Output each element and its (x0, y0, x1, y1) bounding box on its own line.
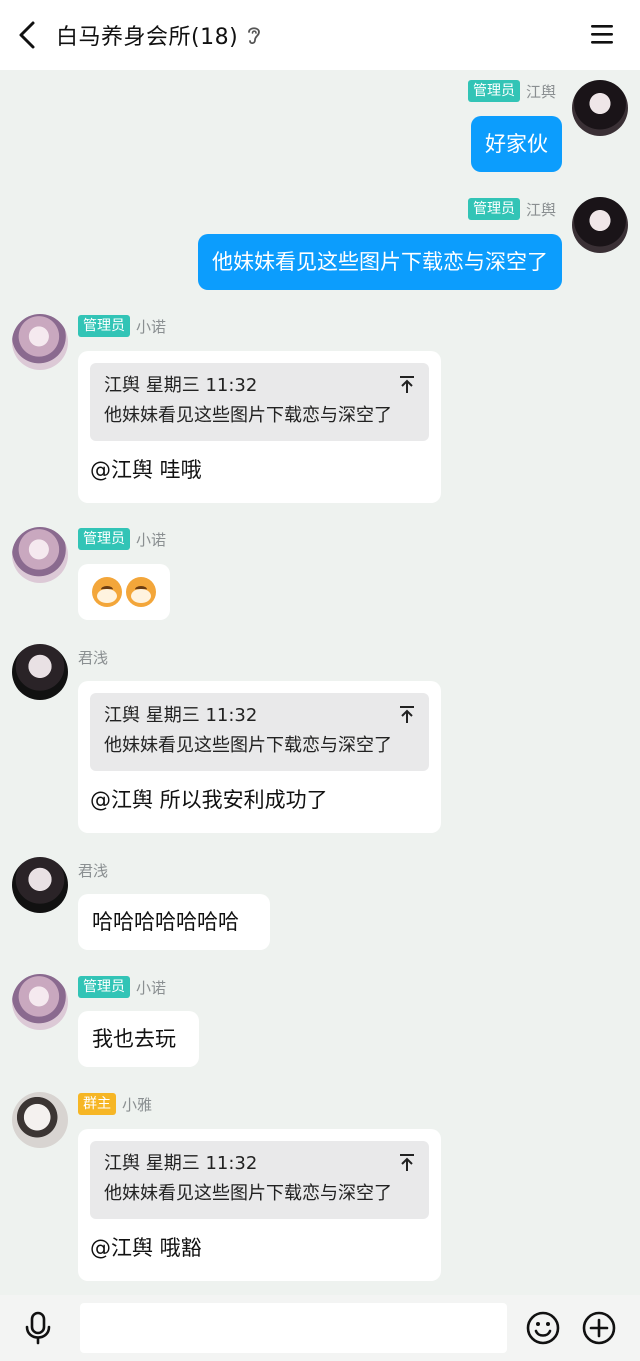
quote-author: 江舆 (104, 375, 140, 396)
message-input[interactable] (80, 1303, 507, 1353)
admin-badge: 管理员 (78, 315, 130, 337)
avatar[interactable] (12, 1092, 68, 1148)
menu-icon[interactable] (590, 22, 614, 46)
message-meta: 群主 小雅 (78, 1093, 152, 1115)
avatar[interactable] (572, 197, 628, 253)
jump-to-quote-icon[interactable] (399, 375, 415, 395)
message-bubble[interactable]: 江舆 星期三 11:32 他妹妹看见这些图片下载恋与深空了 @江舆 所以我安利成… (78, 681, 441, 833)
ear-mode-icon (248, 27, 261, 45)
avatar[interactable] (572, 80, 628, 136)
quote-time: 星期三 11:32 (145, 1153, 258, 1174)
quote-author: 江舆 (104, 1153, 140, 1174)
quoted-message[interactable]: 江舆 星期三 11:32 他妹妹看见这些图片下载恋与深空了 (90, 693, 429, 771)
message-text: 哈哈哈哈哈哈哈 (92, 910, 239, 934)
message-list[interactable]: 管理员 江舆 好家伙 管理员 江舆 他妹妹看见这些图片下载恋与深空了 管理员 小… (0, 70, 640, 1295)
message-text: @江舆 哦豁 (90, 1236, 202, 1260)
sender-name: 江舆 (525, 200, 556, 219)
admin-badge: 管理员 (467, 80, 520, 102)
sender-name: 君浅 (78, 861, 109, 880)
quote-time: 星期三 11:32 (145, 375, 258, 396)
message-text: @江舆 所以我安利成功了 (90, 788, 328, 812)
message-meta: 管理员 江舆 (467, 198, 556, 220)
group-title: 白马养身会所(18) (56, 25, 239, 50)
message-meta: 管理员 小诺 (78, 976, 166, 998)
back-arrow-icon[interactable] (16, 20, 40, 50)
jump-to-quote-icon[interactable] (399, 705, 415, 725)
message-meta: 管理员 小诺 (78, 528, 166, 550)
quote-text: 他妹妹看见这些图片下载恋与深空了 (104, 1183, 392, 1204)
emoji-icon[interactable] (526, 1311, 560, 1345)
message-bubble[interactable]: 好家伙 (471, 116, 562, 172)
admin-badge: 管理员 (467, 198, 520, 220)
microphone-icon[interactable] (22, 1311, 54, 1345)
avatar[interactable] (12, 527, 68, 583)
message-meta: 管理员 小诺 (78, 315, 166, 337)
quote-text: 他妹妹看见这些图片下载恋与深空了 (104, 405, 392, 426)
message-text: 好家伙 (485, 132, 548, 156)
avatar[interactable] (12, 314, 68, 370)
sender-name: 君浅 (78, 648, 109, 667)
message-bubble[interactable]: 江舆 星期三 11:32 他妹妹看见这些图片下载恋与深空了 @江舆 哇哦 (78, 351, 441, 503)
message-bubble[interactable]: 我也去玩 (78, 1011, 199, 1067)
sender-name: 江舆 (525, 82, 556, 101)
message-text: 我也去玩 (92, 1027, 176, 1051)
message-bubble[interactable]: 他妹妹看见这些图片下载恋与深空了 (198, 234, 562, 290)
plus-icon[interactable] (582, 1311, 616, 1345)
message-bubble[interactable] (78, 564, 170, 620)
group-title-area[interactable]: 白马养身会所(18) (56, 18, 262, 52)
dog-face-emoji-icon (126, 577, 156, 607)
sender-name: 小诺 (136, 317, 167, 336)
message-bubble[interactable]: 江舆 星期三 11:32 他妹妹看见这些图片下载恋与深空了 @江舆 哦豁 (78, 1129, 441, 1281)
admin-badge: 管理员 (78, 976, 130, 998)
quoted-message[interactable]: 江舆 星期三 11:32 他妹妹看见这些图片下载恋与深空了 (90, 363, 429, 441)
message-meta: 君浅 (78, 646, 108, 668)
jump-to-quote-icon[interactable] (399, 1153, 415, 1173)
sender-name: 小诺 (136, 978, 167, 997)
quote-time: 星期三 11:32 (145, 705, 258, 726)
message-text: @江舆 哇哦 (90, 458, 202, 482)
admin-badge: 管理员 (78, 528, 130, 550)
sender-name: 小雅 (122, 1095, 153, 1114)
quote-author: 江舆 (104, 705, 140, 726)
avatar[interactable] (12, 644, 68, 700)
quote-text: 他妹妹看见这些图片下载恋与深空了 (104, 735, 392, 756)
input-bar (0, 1295, 640, 1361)
chat-header: 白马养身会所(18) (0, 0, 640, 70)
dog-face-emoji-icon (92, 577, 122, 607)
message-text: 他妹妹看见这些图片下载恋与深空了 (212, 250, 548, 274)
sender-name: 小诺 (136, 530, 167, 549)
quoted-message[interactable]: 江舆 星期三 11:32 他妹妹看见这些图片下载恋与深空了 (90, 1141, 429, 1219)
message-meta: 君浅 (78, 859, 108, 881)
avatar[interactable] (12, 974, 68, 1030)
message-bubble[interactable]: 哈哈哈哈哈哈哈 (78, 894, 270, 950)
owner-badge: 群主 (78, 1093, 116, 1115)
avatar[interactable] (12, 857, 68, 913)
message-meta: 管理员 江舆 (467, 80, 556, 102)
